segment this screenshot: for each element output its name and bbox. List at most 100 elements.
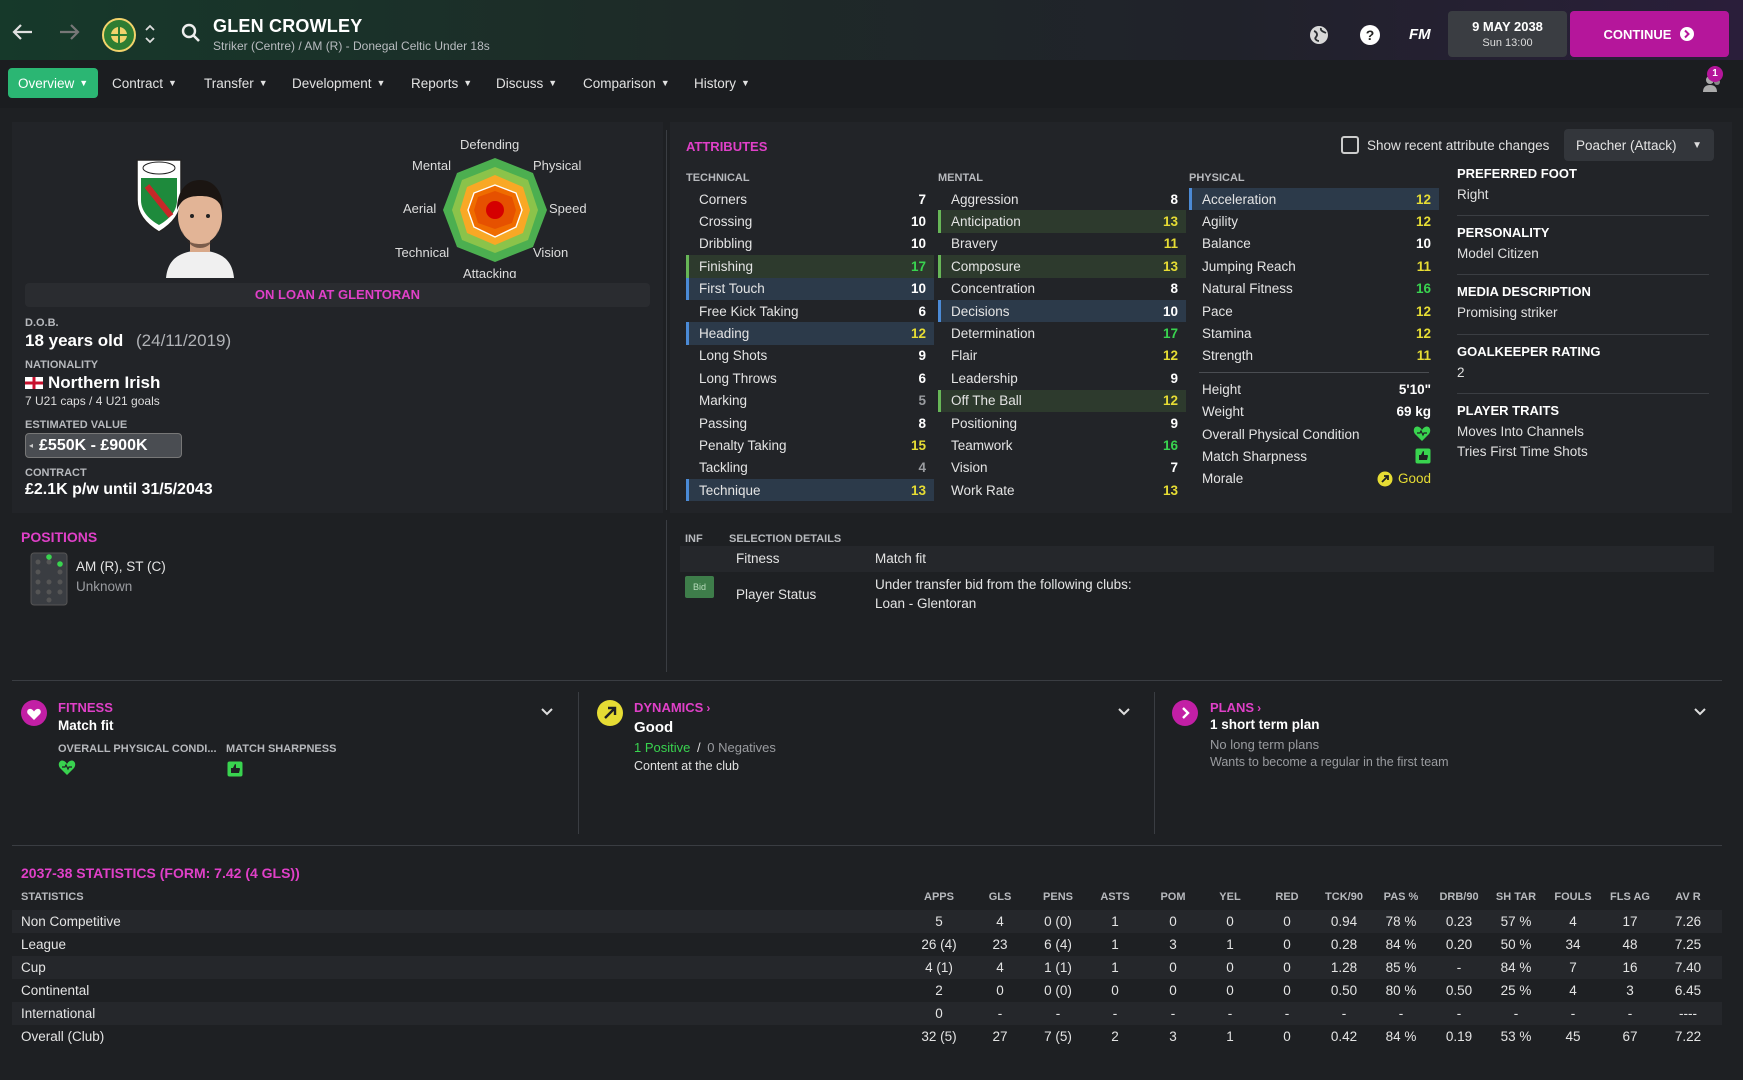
stats-col-header[interactable]: FLS AG	[1602, 891, 1658, 903]
stats-col-header[interactable]: DRB/90	[1431, 891, 1487, 903]
attr-row[interactable]: Jumping Reach 11	[1189, 255, 1439, 277]
tab-comparison[interactable]: Comparison ▼	[583, 68, 670, 98]
attr-row[interactable]: Concentration 8	[938, 278, 1186, 300]
stats-col-header[interactable]: APPS	[911, 891, 967, 903]
club-crest-icon[interactable]	[101, 17, 137, 53]
help-icon[interactable]: ?	[1357, 22, 1383, 48]
stats-row[interactable]: Overall (Club) 32 (5) 27 7 (5) 2 3 1 0 0.42 84 % 0…	[12, 1025, 1722, 1048]
sharpness-row[interactable]: Match Sharpness	[1189, 445, 1439, 467]
stats-title[interactable]: 2037-38 STATISTICS (FORM: 7.42 (4 GLS))	[21, 865, 300, 881]
attr-row[interactable]: Passing 8	[686, 412, 934, 434]
chevron-down-icon[interactable]	[540, 704, 554, 722]
tab-overview[interactable]: Overview ▼	[8, 68, 99, 98]
attr-row[interactable]: Marking 5	[686, 390, 934, 412]
attr-row[interactable]: Technique 13	[686, 479, 934, 502]
morale-row[interactable]: Morale Good	[1189, 468, 1439, 490]
pitch-position-icon[interactable]	[30, 552, 68, 611]
tab-history[interactable]: History ▼	[694, 68, 750, 98]
stats-row[interactable]: League 26 (4) 23 6 (4) 1 3 1 0 0.28 84 % 0.20 50 % 3…	[12, 933, 1722, 956]
attr-row[interactable]: First Touch 10	[686, 277, 934, 300]
condition-row[interactable]: Overall Physical Condition	[1189, 423, 1439, 445]
nationality-row[interactable]: Northern Irish	[25, 373, 160, 393]
trait-item[interactable]: Tries First Time Shots	[1457, 444, 1709, 459]
negatives-count[interactable]: 0 Negatives	[707, 740, 776, 755]
attr-value: 7	[918, 191, 926, 207]
stats-col-header[interactable]: RED	[1259, 891, 1315, 903]
stats-row[interactable]: Non Competitive 5 4 0 (0) 1 0 0 0 0.94 78 % 0.23 57…	[12, 910, 1722, 933]
club-switch-chevrons-icon[interactable]	[142, 20, 158, 48]
personality-value[interactable]: Model Citizen	[1457, 246, 1709, 261]
attr-row[interactable]: Penalty Taking 15	[686, 434, 934, 456]
attr-row[interactable]: Strength 11	[1189, 345, 1439, 367]
attr-row[interactable]: Leadership 9	[938, 367, 1186, 389]
value-pill[interactable]: ◂ £550K - £900K	[25, 433, 182, 458]
plans-title-link[interactable]: PLANS ›	[1210, 700, 1261, 715]
stats-col-header[interactable]: PAS %	[1373, 891, 1429, 903]
attr-name: Corners	[699, 191, 748, 207]
stats-col-header[interactable]: TCK/90	[1316, 891, 1372, 903]
stats-col-header[interactable]: PENS	[1030, 891, 1086, 903]
attr-row[interactable]: Flair 12	[938, 345, 1186, 367]
attr-row[interactable]: Positioning 9	[938, 412, 1186, 434]
stats-row[interactable]: International 0- - - - - - - - - - - - ----	[12, 1002, 1722, 1025]
tab-contract[interactable]: Contract ▼	[112, 68, 177, 98]
attr-row[interactable]: Crossing 10	[686, 210, 934, 232]
tab-discuss[interactable]: Discuss ▼	[496, 68, 557, 98]
stats-col-header[interactable]: POM	[1145, 891, 1201, 903]
stats-col-header[interactable]: SH TAR	[1488, 891, 1544, 903]
attr-row[interactable]: Decisions 10	[938, 299, 1186, 323]
role-dropdown[interactable]: Poacher (Attack) ▼	[1564, 129, 1714, 161]
stats-col-header[interactable]: GLS	[972, 891, 1028, 903]
checkbox[interactable]	[1341, 136, 1359, 154]
show-changes-toggle[interactable]: Show recent attribute changes	[1341, 136, 1549, 154]
tab-development[interactable]: Development ▼	[292, 68, 385, 98]
fm-menu-button[interactable]: FM	[1409, 26, 1431, 43]
attr-row[interactable]: Long Shots 9	[686, 345, 934, 367]
tab-reports[interactable]: Reports ▼	[411, 68, 472, 98]
attr-row[interactable]: Corners 7	[686, 188, 934, 210]
attr-row[interactable]: Balance 10	[1189, 233, 1439, 255]
attr-row[interactable]: Anticipation 13	[938, 210, 1186, 233]
contract-value[interactable]: £2.1K p/w until 31/5/2043	[25, 481, 213, 499]
attr-row[interactable]: Finishing 17	[686, 255, 934, 278]
attr-row[interactable]: Bravery 11	[938, 233, 1186, 255]
continue-button[interactable]: CONTINUE	[1570, 11, 1729, 57]
trait-item[interactable]: Moves Into Channels	[1457, 424, 1709, 439]
attr-row[interactable]: Work Rate 13	[938, 479, 1186, 501]
chevron-down-icon[interactable]	[1693, 704, 1707, 722]
world-globe-icon[interactable]	[1306, 22, 1332, 48]
search-icon[interactable]	[180, 22, 202, 44]
attr-row[interactable]: Teamwork 16	[938, 434, 1186, 456]
positives-count[interactable]: 1 Positive	[634, 740, 690, 755]
loan-banner[interactable]: ON LOAN AT GLENTORAN	[25, 283, 650, 307]
attr-row[interactable]: Acceleration 12	[1189, 188, 1439, 211]
attr-row[interactable]: Determination 17	[938, 322, 1186, 344]
bid-badge[interactable]: Bid	[685, 576, 714, 598]
attr-row[interactable]: Long Throws 6	[686, 367, 934, 389]
stats-row[interactable]: Continental 2 0 0 (0) 0 0 0 0 0.50 80 % 0.50 25 % 4 3…	[12, 979, 1722, 1002]
attr-row[interactable]: Heading 12	[686, 322, 934, 345]
attr-row[interactable]: Stamina 12	[1189, 322, 1439, 344]
stats-col-header[interactable]: AV R	[1660, 891, 1716, 903]
attr-row[interactable]: Vision 7	[938, 457, 1186, 479]
date-display[interactable]: 9 MAY 2038 Sun 13:00	[1448, 11, 1567, 57]
stats-row[interactable]: Cup 4 (1) 4 1 (1) 1 0 0 0 1.28 85 % - 84 % 7 16 7.40	[12, 956, 1722, 979]
chevron-down-icon[interactable]	[1117, 704, 1131, 722]
forward-arrow-icon[interactable]	[56, 20, 82, 44]
stats-col-header[interactable]: ASTS	[1087, 891, 1143, 903]
stats-col-header[interactable]: YEL	[1202, 891, 1258, 903]
attr-row[interactable]: Aggression 8	[938, 188, 1186, 210]
attr-row[interactable]: Dribbling 10	[686, 233, 934, 255]
attr-row[interactable]: Agility 12	[1189, 210, 1439, 232]
tab-transfer[interactable]: Transfer ▼	[204, 68, 268, 98]
attr-row[interactable]: Natural Fitness 16	[1189, 278, 1439, 300]
player-status-line2[interactable]: Loan - Glentoran	[875, 596, 976, 611]
attr-row[interactable]: Composure 13	[938, 255, 1186, 278]
stats-col-header[interactable]: FOULS	[1545, 891, 1601, 903]
attr-row[interactable]: Tackling 4	[686, 457, 934, 479]
back-arrow-icon[interactable]	[10, 20, 36, 44]
attr-row[interactable]: Off The Ball 12	[938, 389, 1186, 412]
dynamics-title-link[interactable]: DYNAMICS ›	[634, 700, 710, 715]
attr-row[interactable]: Free Kick Taking 6	[686, 300, 934, 322]
attr-row[interactable]: Pace 12	[1189, 300, 1439, 322]
